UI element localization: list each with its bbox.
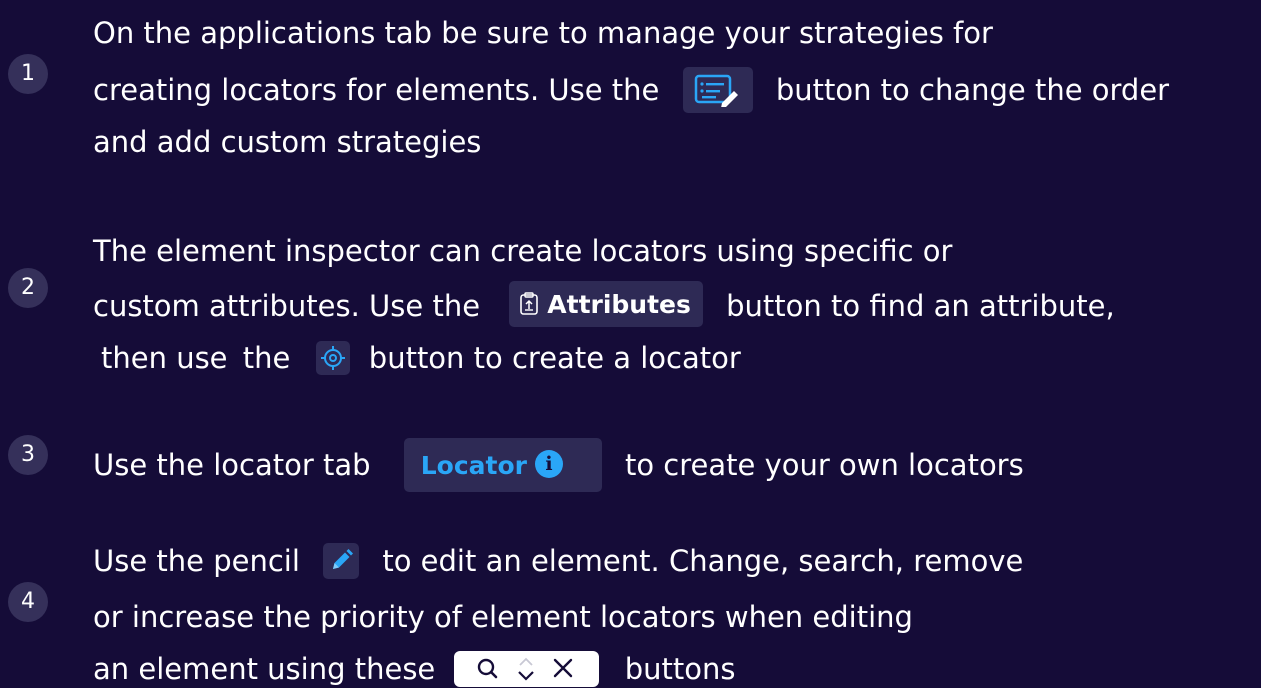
pencil-icon <box>333 549 354 569</box>
step-2-line-3: then use the button to create a locator <box>101 337 741 377</box>
step-number-badge: 2 <box>8 268 48 308</box>
step-text: creating locators for elements. Use the <box>93 73 660 107</box>
close-icon[interactable] <box>554 658 573 678</box>
step-number-badge: 1 <box>8 54 48 94</box>
step-text: to create your own locators <box>624 448 1024 482</box>
locator-edit-buttons[interactable] <box>454 651 600 687</box>
step-text: On the applications tab be sure to manag… <box>93 16 993 50</box>
clipboard-upload-icon <box>520 292 539 315</box>
tips-panel: { "steps": [ { "number": "1", "lines": [… <box>0 0 1261 688</box>
step-text: button to find an attribute, <box>726 289 1115 323</box>
step-text: or increase the priority of element loca… <box>93 600 913 634</box>
step-text: then use <box>101 341 228 375</box>
step-text: and add custom strategies <box>93 125 482 159</box>
edit-buttons-icon-strip <box>478 657 573 681</box>
step-text: an element using these <box>93 652 436 686</box>
step-number-badge: 3 <box>8 435 48 475</box>
attributes-button[interactable]: Attributes <box>509 281 703 327</box>
manage-strategies-button[interactable] <box>682 67 753 113</box>
crosshair-target-icon <box>320 346 345 370</box>
step-number-badge: 4 <box>8 582 48 622</box>
step-text: buttons <box>624 652 736 686</box>
step-text: Use the pencil <box>93 544 300 578</box>
step-text: button to change the order <box>775 73 1170 107</box>
step-text: The element inspector can create locator… <box>93 234 953 268</box>
locator-tab[interactable]: Locator i <box>403 438 602 492</box>
step-4-line-2: or increase the priority of element loca… <box>93 596 913 636</box>
chevron-up-down-icon[interactable] <box>518 657 535 681</box>
search-icon[interactable] <box>478 658 498 679</box>
step-3-line-1: Use the locator tab Locator i to create y… <box>93 438 1024 492</box>
step-text: to edit an element. Change, search, remo… <box>382 544 1024 578</box>
step-1-line-2: creating locators for elements. Use the … <box>93 67 1169 113</box>
create-locator-button[interactable] <box>315 341 350 375</box>
step-1-line-4: and add custom strategies <box>93 121 481 161</box>
step-text: custom attributes. Use the <box>93 289 481 323</box>
step-text: Use the locator tab <box>93 448 371 482</box>
step-2-line-1: The element inspector can create locator… <box>93 230 952 270</box>
locator-tab-label: Locator <box>420 451 527 480</box>
attributes-button-label: Attributes <box>547 290 691 319</box>
info-icon: i <box>535 450 563 478</box>
step-text: button to create a locator <box>368 341 741 375</box>
step-4-line-3: an element using these buttons <box>93 648 735 688</box>
step-4-line-1: Use the pencil to edit an element. Chang… <box>93 540 1023 580</box>
step-1-line-1: On the applications tab be sure to manag… <box>93 12 993 52</box>
list-edit-icon <box>694 74 738 107</box>
step-text: the <box>242 341 291 375</box>
edit-element-button[interactable] <box>323 543 360 579</box>
step-2-line-2: custom attributes. Use the Attributes bu… <box>93 281 1115 329</box>
